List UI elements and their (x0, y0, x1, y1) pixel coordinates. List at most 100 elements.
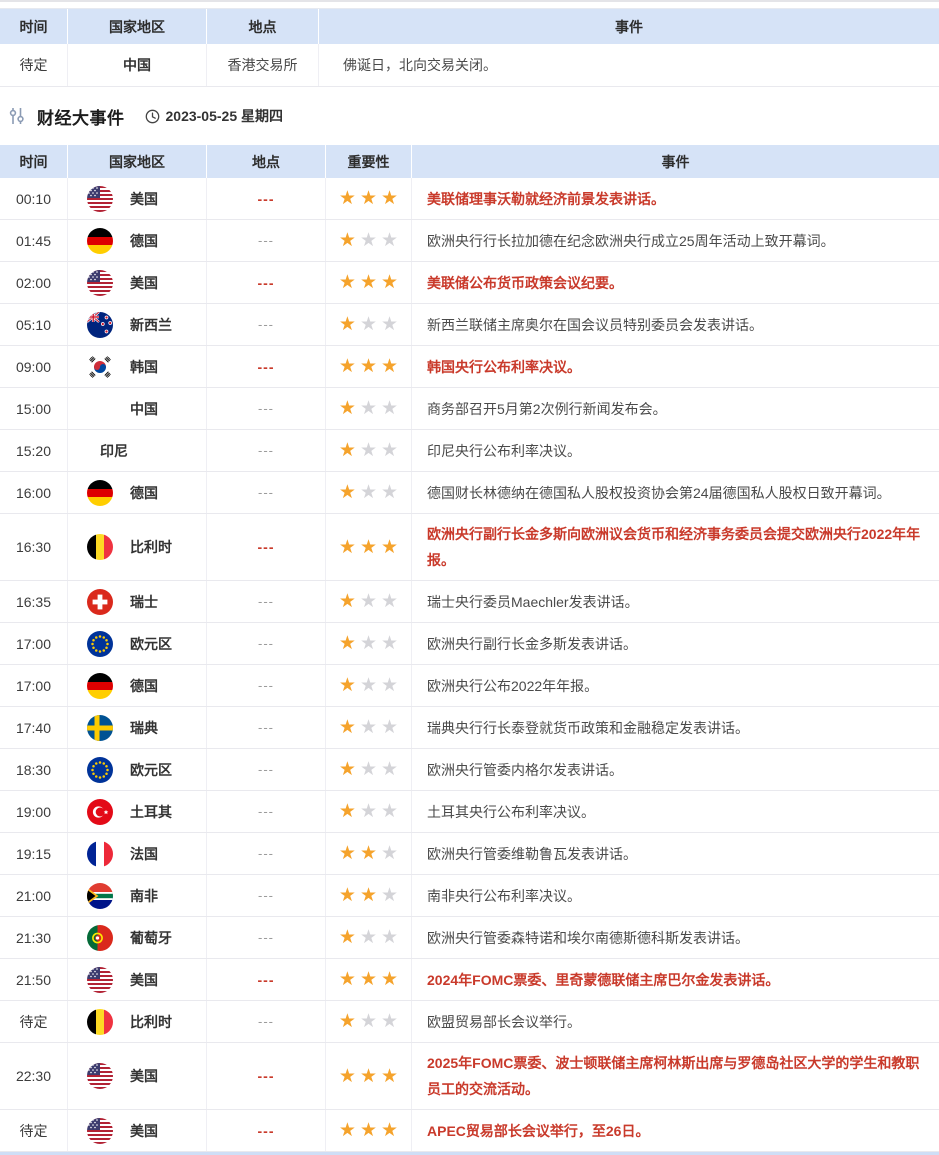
event-text: 土耳其央行公布利率决议。 (412, 791, 939, 832)
flag-de-icon (87, 480, 113, 506)
event-row[interactable]: 21:30 葡萄牙 --- ★★★ 欧洲央行管委森特诺和埃尔南德斯德科斯发表讲话… (0, 917, 939, 959)
country-name: 南非 (130, 886, 158, 906)
event-text: 德国财长林德纳在德国私人股权投资协会第24届德国私人股权日致开幕词。 (412, 472, 939, 513)
event-row[interactable]: 待定 美国 --- ★★★ APEC贸易部长会议举行，至26日。 (0, 1110, 939, 1152)
star-icon: ★ (360, 760, 377, 779)
event-row[interactable]: 15:00 中国 --- ★★★ 商务部召开5月第2次例行新闻发布会。 (0, 388, 939, 430)
event-row[interactable]: 16:00 德国 --- ★★★ 德国财长林德纳在德国私人股权投资协会第24届德… (0, 472, 939, 514)
star-icon: ★ (339, 760, 356, 779)
flag-kr-icon (87, 354, 113, 380)
star-icon: ★ (381, 315, 398, 334)
event-text: 欧洲央行管委森特诺和埃尔南德斯德科斯发表讲话。 (412, 917, 939, 958)
star-icon: ★ (381, 538, 398, 557)
holiday-row[interactable]: 待定 中国 香港交易所 佛诞日，北向交易关闭。 (0, 44, 939, 87)
importance-stars: ★★★ (326, 262, 412, 303)
event-row[interactable]: 05:10 新西兰 --- ★★★ 新西兰联储主席奥尔在国会议员特别委员会发表讲… (0, 304, 939, 346)
event-location: --- (207, 875, 326, 916)
event-text: 欧洲央行副行长金多斯发表讲话。 (412, 623, 939, 664)
event-row[interactable]: 19:00 土耳其 --- ★★★ 土耳其央行公布利率决议。 (0, 791, 939, 833)
country-name: 法国 (130, 844, 158, 864)
event-text: 印尼央行公布利率决议。 (412, 430, 939, 471)
header-location: 地点 (207, 145, 326, 178)
event-time: 09:00 (0, 346, 68, 387)
event-country: 法国 (68, 833, 207, 874)
importance-stars: ★★★ (326, 1043, 412, 1109)
event-text: 欧洲央行副行长金多斯向欧洲议会货币和经济事务委员会提交欧洲央行2022年年报。 (412, 514, 939, 580)
country-name: 比利时 (130, 537, 172, 557)
event-text: 瑞典央行行长泰登就货币政策和金融稳定发表讲话。 (412, 707, 939, 748)
importance-stars: ★★★ (326, 178, 412, 219)
importance-stars: ★★★ (326, 833, 412, 874)
star-icon: ★ (360, 844, 377, 863)
event-country: 欧元区 (68, 749, 207, 790)
event-row[interactable]: 09:00 韩国 --- ★★★ 韩国央行公布利率决议。 (0, 346, 939, 388)
event-row[interactable]: 01:45 德国 --- ★★★ 欧洲央行行长拉加德在纪念欧洲央行成立25周年活… (0, 220, 939, 262)
event-row[interactable]: 待定 比利时 --- ★★★ 欧盟贸易部长会议举行。 (0, 1001, 939, 1043)
events-table-header: 时间 国家地区 地点 重要性 事件 (0, 145, 939, 178)
event-row[interactable]: 19:15 法国 --- ★★★ 欧洲央行管委维勒鲁瓦发表讲话。 (0, 833, 939, 875)
importance-stars: ★★★ (326, 388, 412, 429)
star-icon: ★ (339, 273, 356, 292)
event-time: 01:45 (0, 220, 68, 261)
event-row[interactable]: 16:35 瑞士 --- ★★★ 瑞士央行委员Maechler发表讲话。 (0, 581, 939, 623)
top-divider (0, 0, 939, 2)
event-time: 16:35 (0, 581, 68, 622)
star-icon: ★ (339, 1121, 356, 1140)
event-location: --- (207, 472, 326, 513)
section-header: 财经大事件 2023-05-25 星期四 (0, 87, 939, 145)
event-row[interactable]: 16:30 比利时 --- ★★★ 欧洲央行副行长金多斯向欧洲议会货币和经济事务… (0, 514, 939, 581)
country-name: 德国 (130, 483, 158, 503)
flag-nz-icon (87, 312, 113, 338)
event-location: --- (207, 707, 326, 748)
event-country: 欧元区 (68, 623, 207, 664)
star-icon: ★ (381, 886, 398, 905)
event-row[interactable]: 17:40 瑞典 --- ★★★ 瑞典央行行长泰登就货币政策和金融稳定发表讲话。 (0, 707, 939, 749)
header-time: 时间 (0, 9, 68, 44)
holiday-event: 佛诞日，北向交易关闭。 (319, 44, 939, 86)
event-country: 中国 (68, 388, 207, 429)
event-location: --- (207, 388, 326, 429)
event-row[interactable]: 21:00 南非 --- ★★★ 南非央行公布利率决议。 (0, 875, 939, 917)
event-time: 05:10 (0, 304, 68, 345)
event-row[interactable]: 22:30 美国 --- ★★★ 2025年FOMC票委、波士顿联储主席柯林斯出… (0, 1043, 939, 1110)
event-location: --- (207, 430, 326, 471)
event-country: 南非 (68, 875, 207, 916)
event-row[interactable]: 18:30 欧元区 --- ★★★ 欧洲央行管委内格尔发表讲话。 (0, 749, 939, 791)
events-table: 时间 国家地区 地点 重要性 事件 00:10 美国 --- ★★★ 美联储理事… (0, 145, 939, 1152)
event-country: 美国 (68, 262, 207, 303)
event-text: 2025年FOMC票委、波士顿联储主席柯林斯出席与罗德岛社区大学的学生和教职员工… (412, 1043, 939, 1109)
event-location: --- (207, 917, 326, 958)
sliders-icon (7, 106, 27, 126)
event-location: --- (207, 833, 326, 874)
event-location: --- (207, 581, 326, 622)
importance-stars: ★★★ (326, 472, 412, 513)
event-time: 15:20 (0, 430, 68, 471)
event-row[interactable]: 17:00 德国 --- ★★★ 欧洲央行公布2022年年报。 (0, 665, 939, 707)
star-icon: ★ (339, 802, 356, 821)
star-icon: ★ (381, 399, 398, 418)
country-name: 美国 (130, 1066, 158, 1086)
star-icon: ★ (360, 802, 377, 821)
event-row[interactable]: 21:50 美国 --- ★★★ 2024年FOMC票委、里奇蒙德联储主席巴尔金… (0, 959, 939, 1001)
flag-se-icon (87, 715, 113, 741)
event-location: --- (207, 262, 326, 303)
event-location: --- (207, 220, 326, 261)
event-row[interactable]: 17:00 欧元区 --- ★★★ 欧洲央行副行长金多斯发表讲话。 (0, 623, 939, 665)
event-row[interactable]: 15:20 印尼 --- ★★★ 印尼央行公布利率决议。 (0, 430, 939, 472)
event-location: --- (207, 1110, 326, 1151)
holiday-country: 中国 (68, 44, 207, 86)
importance-stars: ★★★ (326, 791, 412, 832)
event-row[interactable]: 02:00 美国 --- ★★★ 美联储公布货币政策会议纪要。 (0, 262, 939, 304)
event-time: 00:10 (0, 178, 68, 219)
star-icon: ★ (381, 441, 398, 460)
country-name: 瑞士 (130, 592, 158, 612)
event-time: 18:30 (0, 749, 68, 790)
event-time: 17:00 (0, 665, 68, 706)
country-name: 葡萄牙 (130, 928, 172, 948)
header-time: 时间 (0, 145, 68, 178)
event-time: 19:15 (0, 833, 68, 874)
event-country: 美国 (68, 1043, 207, 1109)
event-row[interactable]: 00:10 美国 --- ★★★ 美联储理事沃勒就经济前景发表讲话。 (0, 178, 939, 220)
flag-de-icon (87, 228, 113, 254)
star-icon: ★ (360, 886, 377, 905)
